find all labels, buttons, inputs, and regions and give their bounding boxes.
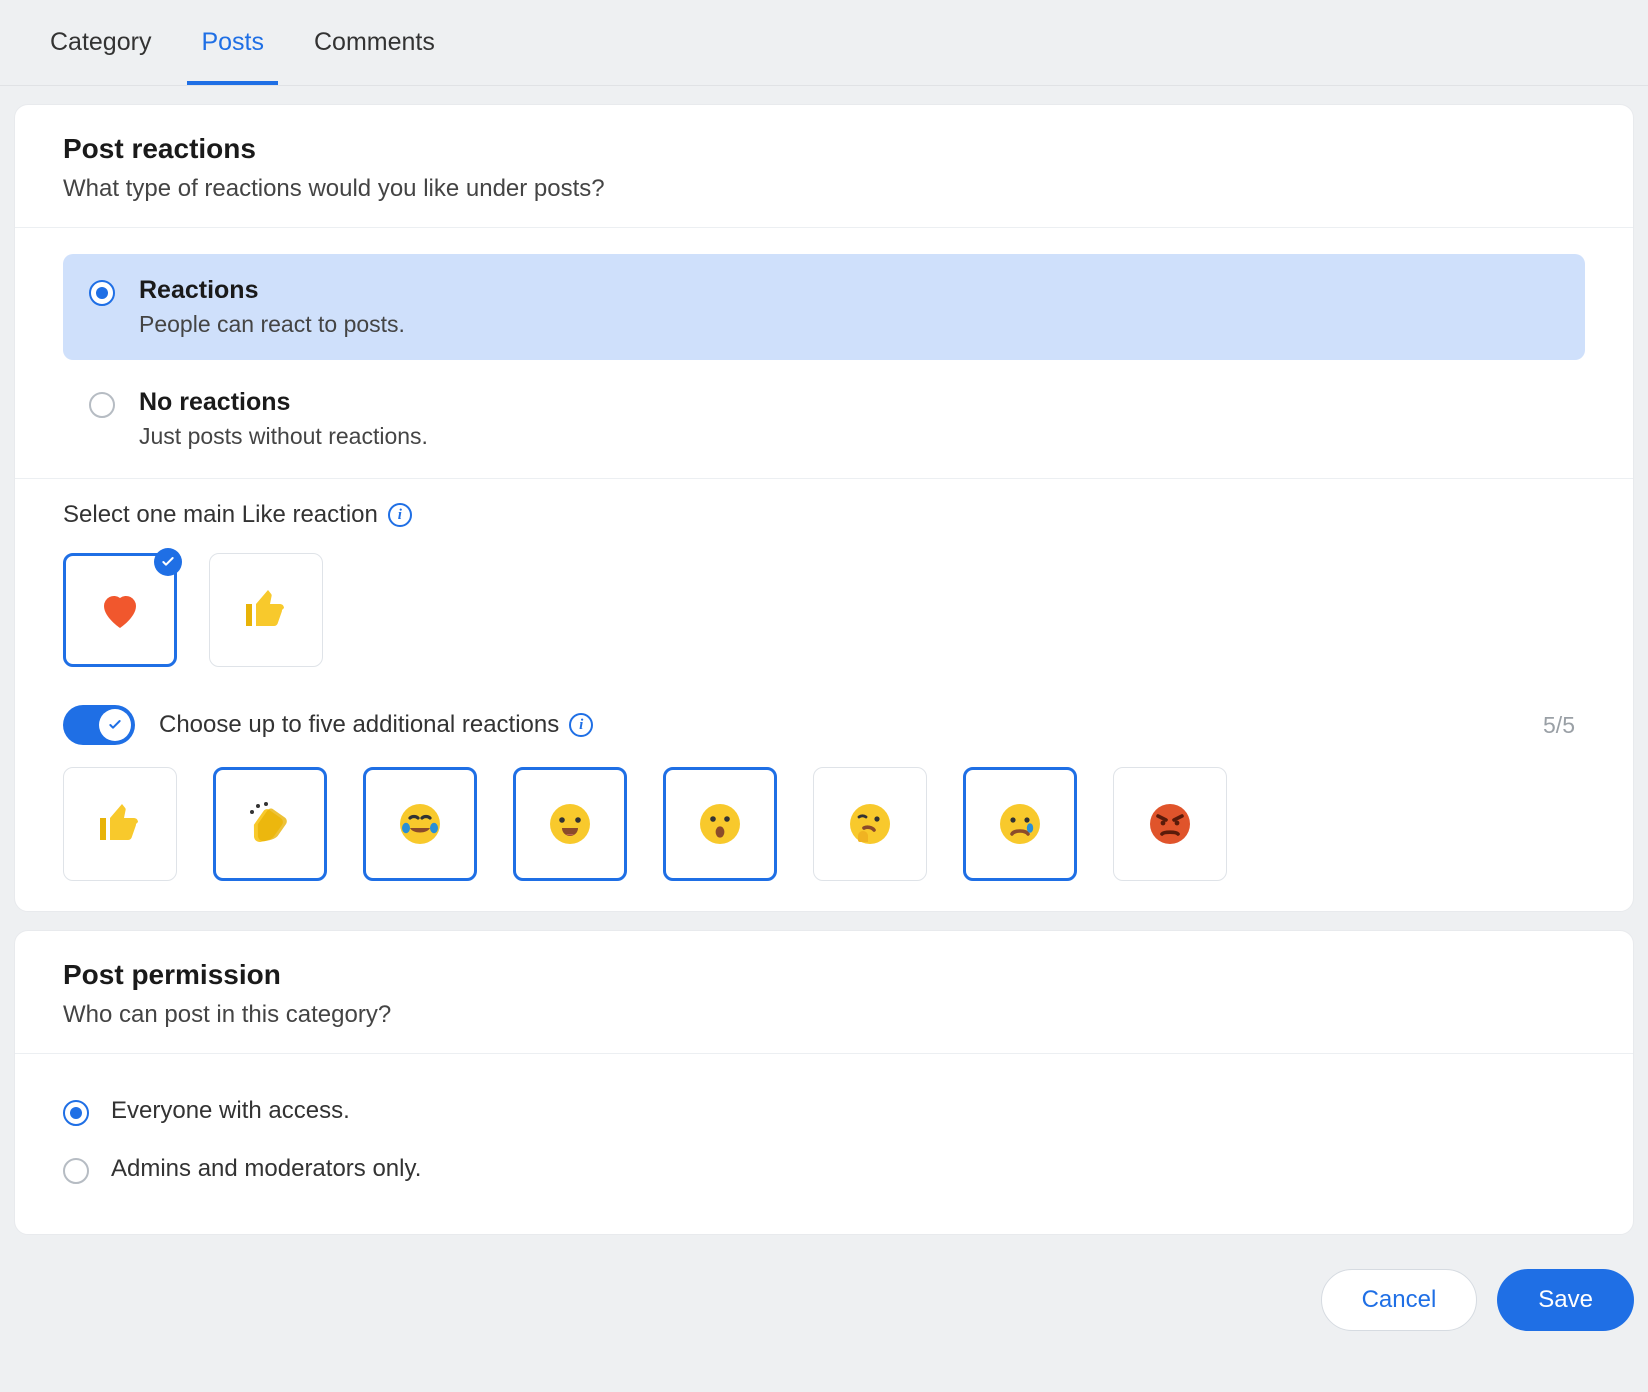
cancel-button[interactable]: Cancel <box>1321 1269 1478 1331</box>
addl-tear[interactable] <box>963 767 1077 881</box>
wow-icon <box>696 800 744 848</box>
additional-reactions-counter: 5/5 <box>1543 712 1575 739</box>
tab-posts[interactable]: Posts <box>201 28 264 85</box>
reactions-option-disable-title: No reactions <box>139 388 428 417</box>
reactions-option-enable-radio[interactable] <box>89 280 115 306</box>
addl-clap[interactable] <box>213 767 327 881</box>
tear-icon <box>996 800 1044 848</box>
heart-icon <box>96 586 144 634</box>
angry-icon <box>1146 800 1194 848</box>
thinking-icon <box>846 800 894 848</box>
addl-thumbs-up[interactable] <box>63 767 177 881</box>
addl-grin[interactable] <box>513 767 627 881</box>
reactions-option-disable-sub: Just posts without reactions. <box>139 423 428 450</box>
main-like-choices <box>63 553 1585 667</box>
permission-option-everyone[interactable]: Everyone with access. <box>63 1082 1585 1140</box>
check-icon <box>99 709 131 741</box>
permission-option-everyone-label: Everyone with access. <box>111 1097 350 1125</box>
joy-icon <box>396 800 444 848</box>
tab-category[interactable]: Category <box>50 28 151 85</box>
main-like-heart[interactable] <box>63 553 177 667</box>
tabs: Category Posts Comments <box>0 0 1648 86</box>
check-icon <box>154 548 182 576</box>
info-icon[interactable]: i <box>569 713 593 737</box>
permission-option-admins-label: Admins and moderators only. <box>111 1155 421 1183</box>
post-reactions-title: Post reactions <box>63 133 1585 165</box>
main-like-label: Select one main Like reaction <box>63 501 378 529</box>
post-permission-card: Post permission Who can post in this cat… <box>14 930 1634 1235</box>
post-permission-subtitle: Who can post in this category? <box>63 1001 1585 1029</box>
permission-option-everyone-radio[interactable] <box>63 1100 89 1126</box>
info-icon[interactable]: i <box>388 503 412 527</box>
post-permission-title: Post permission <box>63 959 1585 991</box>
reactions-option-disable[interactable]: No reactions Just posts without reaction… <box>63 366 1585 472</box>
clap-icon <box>246 800 294 848</box>
main-like-thumbs-up[interactable] <box>209 553 323 667</box>
permission-option-admins[interactable]: Admins and moderators only. <box>63 1140 1585 1198</box>
reactions-option-enable[interactable]: Reactions People can react to posts. <box>63 254 1585 360</box>
thumbs-up-icon <box>242 586 290 634</box>
thumbs-up-icon <box>96 800 144 848</box>
reactions-option-disable-radio[interactable] <box>89 392 115 418</box>
addl-angry[interactable] <box>1113 767 1227 881</box>
grin-icon <box>546 800 594 848</box>
post-reactions-subtitle: What type of reactions would you like un… <box>63 175 1585 203</box>
addl-joy[interactable] <box>363 767 477 881</box>
additional-reactions-choices <box>63 767 1585 881</box>
additional-reactions-label: Choose up to five additional reactions <box>159 711 559 739</box>
additional-reactions-toggle[interactable] <box>63 705 135 745</box>
save-button[interactable]: Save <box>1497 1269 1634 1331</box>
footer: Cancel Save <box>0 1253 1648 1355</box>
tab-comments[interactable]: Comments <box>314 28 435 85</box>
permission-option-admins-radio[interactable] <box>63 1158 89 1184</box>
reactions-option-enable-title: Reactions <box>139 276 405 305</box>
reactions-option-enable-sub: People can react to posts. <box>139 311 405 338</box>
addl-wow[interactable] <box>663 767 777 881</box>
addl-thinking[interactable] <box>813 767 927 881</box>
post-reactions-card: Post reactions What type of reactions wo… <box>14 104 1634 912</box>
